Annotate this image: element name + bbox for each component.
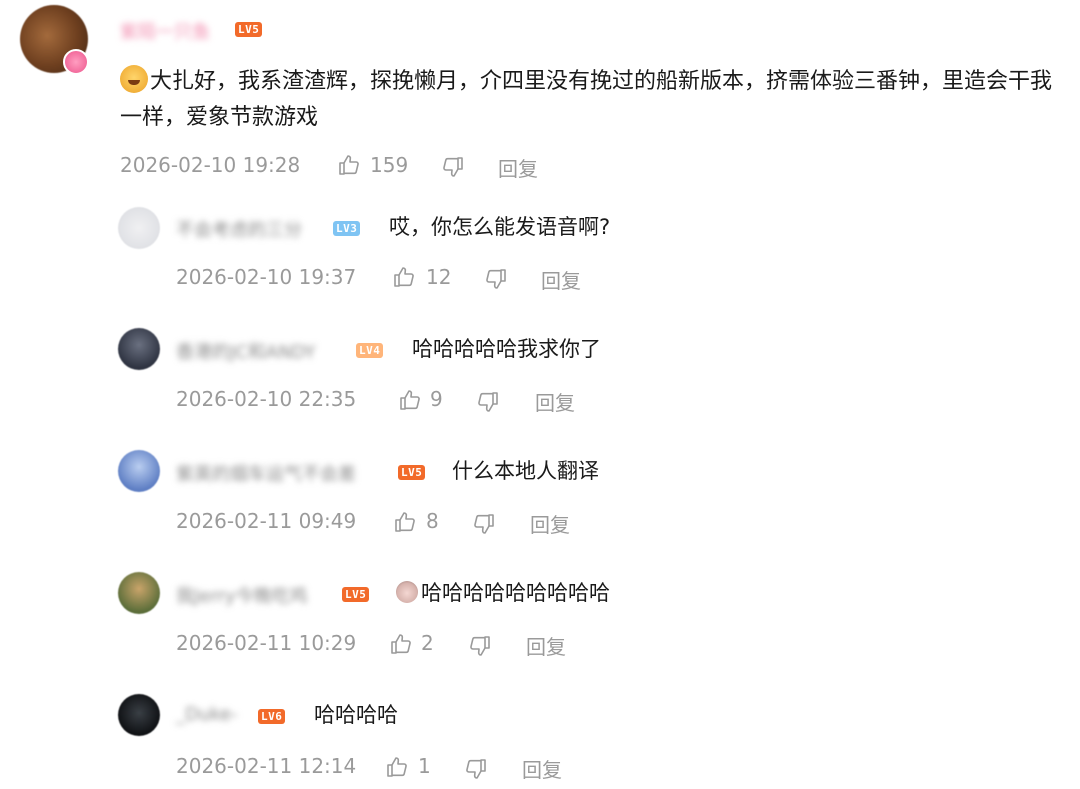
timestamp: 2026-02-11 09:49 — [176, 509, 357, 533]
like-count: 2 — [421, 631, 434, 655]
thumbs-down-icon[interactable] — [464, 757, 488, 781]
level-badge: LV5 — [398, 465, 426, 480]
timestamp: 2026-02-11 12:14 — [176, 754, 357, 778]
timestamp: 2026-02-10 19:28 — [120, 153, 301, 177]
username[interactable]: 我Jerry今晚吃鸡 — [176, 582, 308, 607]
reply-text: 哈哈哈哈哈我求你了 — [412, 337, 601, 361]
avatar[interactable] — [118, 450, 160, 492]
reply-button[interactable]: 回复 — [526, 631, 566, 660]
level-badge: LV4 — [356, 343, 384, 358]
avatar-badge-icon — [63, 49, 89, 75]
thumbs-up-icon[interactable] — [393, 510, 417, 534]
timestamp: 2026-02-10 22:35 — [176, 387, 357, 411]
thumbs-up-icon[interactable] — [398, 388, 422, 412]
username[interactable]: 不会考虑的三分 — [176, 216, 302, 241]
username[interactable]: 香港的JC和ANDY — [176, 338, 316, 363]
thumbs-up-icon[interactable] — [337, 153, 361, 177]
avatar[interactable] — [118, 572, 160, 614]
reply-button[interactable]: 回复 — [498, 153, 538, 182]
avatar[interactable] — [118, 328, 160, 370]
like-count: 159 — [370, 153, 409, 177]
level-badge: LV6 — [258, 709, 286, 724]
reply-text: 什么本地人翻译 — [452, 459, 599, 483]
reply-button[interactable]: 回复 — [541, 265, 581, 294]
username[interactable]: 紫陌一只鱼 — [120, 18, 210, 43]
comment-text: 大扎好，我系渣渣辉，探挽懒月，介四里没有挽过的船新版本，挤需体验三番钟，里造会干… — [120, 64, 1070, 136]
timestamp: 2026-02-11 10:29 — [176, 631, 357, 655]
like-count: 8 — [426, 509, 439, 533]
reply-button[interactable]: 回复 — [535, 387, 575, 416]
timestamp: 2026-02-10 19:37 — [176, 265, 357, 289]
avatar[interactable] — [118, 694, 160, 736]
thumbs-down-icon[interactable] — [468, 634, 492, 658]
thumbs-up-icon[interactable] — [392, 265, 416, 289]
reply-button[interactable]: 回复 — [522, 754, 562, 783]
like-count: 12 — [426, 265, 452, 289]
thumbs-down-icon[interactable] — [476, 390, 500, 414]
like-count: 1 — [418, 754, 431, 778]
reply-button[interactable]: 回复 — [530, 509, 570, 538]
level-badge: LV3 — [333, 221, 361, 236]
username[interactable]: 紫英的烟车运气不会差 — [176, 460, 356, 485]
reply-text: 哎，你怎么能发语音啊? — [389, 215, 611, 239]
thumbs-down-icon[interactable] — [472, 512, 496, 536]
thumbs-up-icon[interactable] — [389, 632, 413, 656]
thumbs-down-icon[interactable] — [441, 155, 465, 179]
reply-body: 哈哈哈哈哈哈哈哈哈 — [421, 581, 610, 605]
level-badge: LV5 — [342, 587, 370, 602]
avatar[interactable] — [118, 207, 160, 249]
dog-face-emoji-icon — [120, 65, 148, 93]
thumbs-down-icon[interactable] — [484, 267, 508, 291]
username[interactable]: _Duke- — [176, 704, 238, 726]
reply-text: 哈哈哈哈哈哈哈哈哈 — [396, 578, 610, 608]
reply-text: 哈哈哈哈 — [314, 703, 398, 727]
thumbs-up-icon[interactable] — [385, 755, 409, 779]
cow-face-emoji-icon — [396, 581, 418, 603]
like-count: 9 — [430, 387, 443, 411]
comment-body: 大扎好，我系渣渣辉，探挽懒月，介四里没有挽过的船新版本，挤需体验三番钟，里造会干… — [120, 69, 1053, 130]
level-badge: LV5 — [235, 22, 263, 37]
